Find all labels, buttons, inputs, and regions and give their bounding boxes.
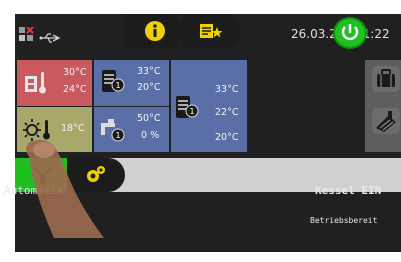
heating-temp-return: 24°C <box>63 84 87 95</box>
settings-icon <box>85 165 107 189</box>
buffer-icon: 1 <box>175 94 199 123</box>
svg-text:1: 1 <box>115 81 120 90</box>
svg-text:1: 1 <box>115 131 120 140</box>
info-icon <box>144 20 166 46</box>
outdoor-tile[interactable]: 18°C <box>17 107 92 152</box>
mode-label: Automatik <box>4 184 64 197</box>
svg-text:1: 1 <box>189 107 194 116</box>
error-icon[interactable] <box>19 26 35 43</box>
boiler-status-title: Kessel EIN <box>315 184 382 197</box>
chimney-icon <box>376 111 396 132</box>
buffer-tile[interactable]: 1 33°C 22°C 20°C <box>171 60 247 152</box>
boiler-status-subtitle: Betriebsbereit <box>310 216 378 225</box>
heating-icon <box>24 70 48 99</box>
heating-temp-flow: 30°C <box>63 67 87 78</box>
power-button[interactable] <box>333 17 367 49</box>
pump-icon: 1 <box>99 117 129 146</box>
pump-tile[interactable]: 1 50°C 0 % <box>94 107 169 152</box>
outdoor-sun-icon <box>23 117 53 144</box>
menu-star-icon <box>199 22 223 44</box>
chimney-button[interactable] <box>372 108 400 134</box>
outdoor-temp: 18°C <box>61 123 85 134</box>
heating-tile[interactable]: 30°C 24°C <box>17 60 92 106</box>
boiler-tile[interactable]: 1 33°C 20°C <box>94 60 169 106</box>
buffer-temp-bottom: 20°C <box>215 132 239 143</box>
usb-icon <box>39 29 61 43</box>
buffer-temp-mid: 22°C <box>215 107 239 118</box>
boiler-icon: 1 <box>101 68 125 97</box>
boiler-temp-bottom: 20°C <box>137 82 161 93</box>
pump-percent: 0 % <box>141 130 160 141</box>
buffer-temp-top: 33°C <box>215 84 239 95</box>
side-panel <box>365 60 401 152</box>
power-icon <box>341 24 359 41</box>
suitcase-button[interactable] <box>372 66 400 92</box>
pump-temp: 50°C <box>137 113 161 124</box>
boiler-temp-top: 33°C <box>137 66 161 77</box>
suitcase-icon <box>377 69 395 87</box>
